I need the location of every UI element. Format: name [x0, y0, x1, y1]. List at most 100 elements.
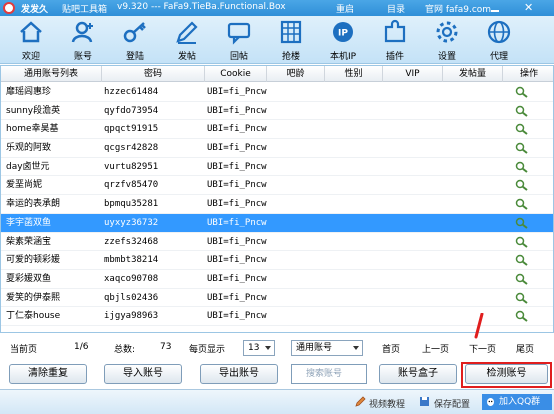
- edit-row-icon[interactable]: [515, 198, 531, 210]
- edit-row-icon[interactable]: [515, 161, 531, 173]
- edit-row-icon[interactable]: [515, 142, 531, 154]
- toolbar-local-ip[interactable]: IP 本机IP: [321, 16, 365, 64]
- account-icon: [71, 21, 93, 43]
- password-cell: vurtu82951: [104, 161, 159, 172]
- table-row[interactable]: sunny段澹英 qyfdo73954 UBI=fi_Pncw: [1, 102, 553, 121]
- grab-floor-icon: [280, 20, 302, 44]
- clear-duplicates-button[interactable]: 清除重复: [9, 364, 87, 384]
- table-row[interactable]: day卤世元 vurtu82951 UBI=fi_Pncw: [1, 158, 553, 177]
- account-cell: 柴素荣涵宝: [6, 236, 52, 247]
- edit-row-icon[interactable]: [515, 236, 531, 248]
- directory-link[interactable]: 目录: [387, 2, 405, 15]
- password-cell: uyxyz36732: [104, 217, 159, 228]
- video-tutorial-link[interactable]: 视频教程: [369, 397, 405, 410]
- toolbar-welcome[interactable]: 欢迎: [9, 16, 53, 64]
- toolbar-post[interactable]: 发帖: [165, 16, 209, 64]
- password-cell: hzzec61484: [104, 87, 159, 97]
- cookie-cell: UBI=fi_Pncw: [207, 143, 267, 154]
- edit-row-icon[interactable]: [515, 86, 531, 98]
- edit-row-icon[interactable]: [515, 123, 531, 136]
- col-header-account[interactable]: 通用账号列表: [1, 66, 102, 82]
- edit-row-icon[interactable]: [515, 254, 531, 266]
- account-type-select[interactable]: 通用账号: [291, 340, 363, 356]
- col-header-vip[interactable]: VIP: [383, 66, 443, 82]
- edit-row-icon[interactable]: [515, 292, 531, 304]
- edit-row-icon[interactable]: [515, 310, 531, 323]
- col-header-gender[interactable]: 性别: [325, 66, 383, 82]
- cookie-cell: UBI=fi_Pncw: [207, 273, 267, 284]
- total-label: 总数:: [114, 345, 136, 355]
- cookie-cell: UBI=fi_Pncw: [207, 105, 267, 116]
- table-body: 靡瑶闾惠珍 hzzec61484 UBI=fi_Pncw sunny段澹英 qyfdo7…: [1, 83, 553, 326]
- table-row[interactable]: 柴素荣涵宝 zzefs32468 UBI=fi_Pncw: [1, 233, 553, 252]
- edit-row-icon[interactable]: [515, 179, 531, 192]
- table-row[interactable]: 乐观的阿致 qcgsr42828 UBI=fi_Pncw: [1, 139, 553, 158]
- password-cell: qbjls02436: [104, 292, 159, 303]
- toolbar-plugin[interactable]: 插件: [373, 16, 417, 64]
- cookie-cell: UBI=fi_Pncw: [207, 87, 267, 97]
- table-row[interactable]: 靡瑶闾惠珍 hzzec61484 UBI=fi_Pncw: [1, 83, 553, 102]
- col-header-post-count[interactable]: 发帖量: [443, 66, 503, 82]
- toolbar-account[interactable]: 账号: [61, 16, 105, 64]
- annotation-arrow-icon: [474, 313, 484, 339]
- app-title: 贴吧工具箱: [62, 5, 108, 15]
- col-header-action[interactable]: 操作: [503, 66, 553, 82]
- table-row[interactable]: 可爱的顿彩媛 mbmbt38214 UBI=fi_Pncw: [1, 251, 553, 270]
- last-page-link[interactable]: 尾页: [516, 342, 534, 355]
- toolbar-proxy[interactable]: 代理: [477, 16, 521, 64]
- toolbar-login[interactable]: 登陆: [113, 16, 157, 64]
- toolbar-settings[interactable]: 设置: [425, 16, 469, 64]
- edit-row-icon[interactable]: [515, 273, 531, 285]
- toolbar-grab-floor[interactable]: 抢楼: [269, 16, 313, 64]
- app-name: 发发久: [21, 5, 49, 15]
- col-header-bar-age[interactable]: 吧龄: [267, 66, 325, 82]
- first-page-link[interactable]: 首页: [382, 342, 400, 355]
- password-cell: qyfdo73954: [104, 105, 159, 116]
- prev-page-link[interactable]: 上一页: [422, 342, 449, 355]
- minimize-button[interactable]: [489, 3, 501, 13]
- table-row[interactable]: 幸运的表承朗 bpmqu35281 UBI=fi_Pncw: [1, 195, 553, 214]
- col-header-cookie[interactable]: Cookie: [205, 66, 267, 82]
- toolbar-reply[interactable]: 回帖: [217, 16, 261, 64]
- account-box-button[interactable]: 账号盒子: [379, 364, 457, 384]
- close-button[interactable]: ✕: [524, 1, 533, 14]
- home-icon: [20, 21, 42, 43]
- account-cell: 丁仁泰house: [6, 311, 61, 322]
- cookie-cell: UBI=fi_Pncw: [207, 236, 267, 247]
- per-page-label: 每页显示: [189, 345, 226, 355]
- login-icon: [123, 22, 146, 43]
- svg-text:IP: IP: [338, 29, 348, 39]
- edit-row-icon[interactable]: [515, 105, 531, 117]
- table-row[interactable]: 李宇菡双鱼 uyxyz36732 UBI=fi_Pncw: [1, 213, 553, 233]
- reset-link[interactable]: 重启: [336, 2, 354, 15]
- status-bar: 视频教程 保存配置 加入QQ群: [0, 389, 554, 414]
- search-input[interactable]: 搜索账号: [291, 364, 367, 384]
- table-row[interactable]: home幸昊基 qpqct91915 UBI=fi_Pncw: [1, 120, 553, 140]
- cookie-cell: UBI=fi_Pncw: [207, 161, 267, 172]
- col-header-password[interactable]: 密码: [102, 66, 205, 82]
- table-row[interactable]: 爱笑的伊泰熙 qbjls02436 UBI=fi_Pncw: [1, 289, 553, 308]
- plugin-icon: [384, 19, 406, 43]
- current-page-value: 1/6: [74, 342, 89, 352]
- save-icon: [420, 397, 429, 406]
- table-row[interactable]: 爱垩尚妮 qrzfv85470 UBI=fi_Pncw: [1, 176, 553, 196]
- account-table: 通用账号列表 密码 Cookie 吧龄 性别 VIP 发帖量 操作 靡瑶闾惠珍 h…: [0, 65, 554, 333]
- ip-icon: IP: [333, 22, 353, 42]
- password-cell: mbmbt38214: [104, 255, 159, 266]
- website-link[interactable]: 官网 fafa9.com: [425, 2, 491, 15]
- title-bar: 发发久 贴吧工具箱 v9.320 --- FaFa9.TieBa.Functio…: [0, 0, 554, 16]
- chevron-down-icon: [265, 346, 271, 350]
- app-version: v9.320 --- FaFa9.TieBa.Functional.Box: [117, 2, 286, 12]
- table-row[interactable]: 夏彩媛双鱼 xaqco90708 UBI=fi_Pncw: [1, 270, 553, 289]
- account-cell: day卤世元: [6, 161, 50, 172]
- export-accounts-button[interactable]: 导出账号: [200, 364, 278, 384]
- table-header: 通用账号列表 密码 Cookie 吧龄 性别 VIP 发帖量 操作: [1, 66, 553, 82]
- account-cell: 可爱的顿彩媛: [6, 255, 61, 266]
- save-config-link[interactable]: 保存配置: [434, 397, 470, 410]
- edit-row-icon[interactable]: [515, 217, 531, 229]
- import-accounts-button[interactable]: 导入账号: [104, 364, 182, 384]
- next-page-link[interactable]: 下一页: [469, 342, 496, 355]
- account-cell: 夏彩媛双鱼: [6, 273, 52, 284]
- total-value: 73: [160, 342, 172, 352]
- per-page-select[interactable]: 13: [243, 340, 275, 356]
